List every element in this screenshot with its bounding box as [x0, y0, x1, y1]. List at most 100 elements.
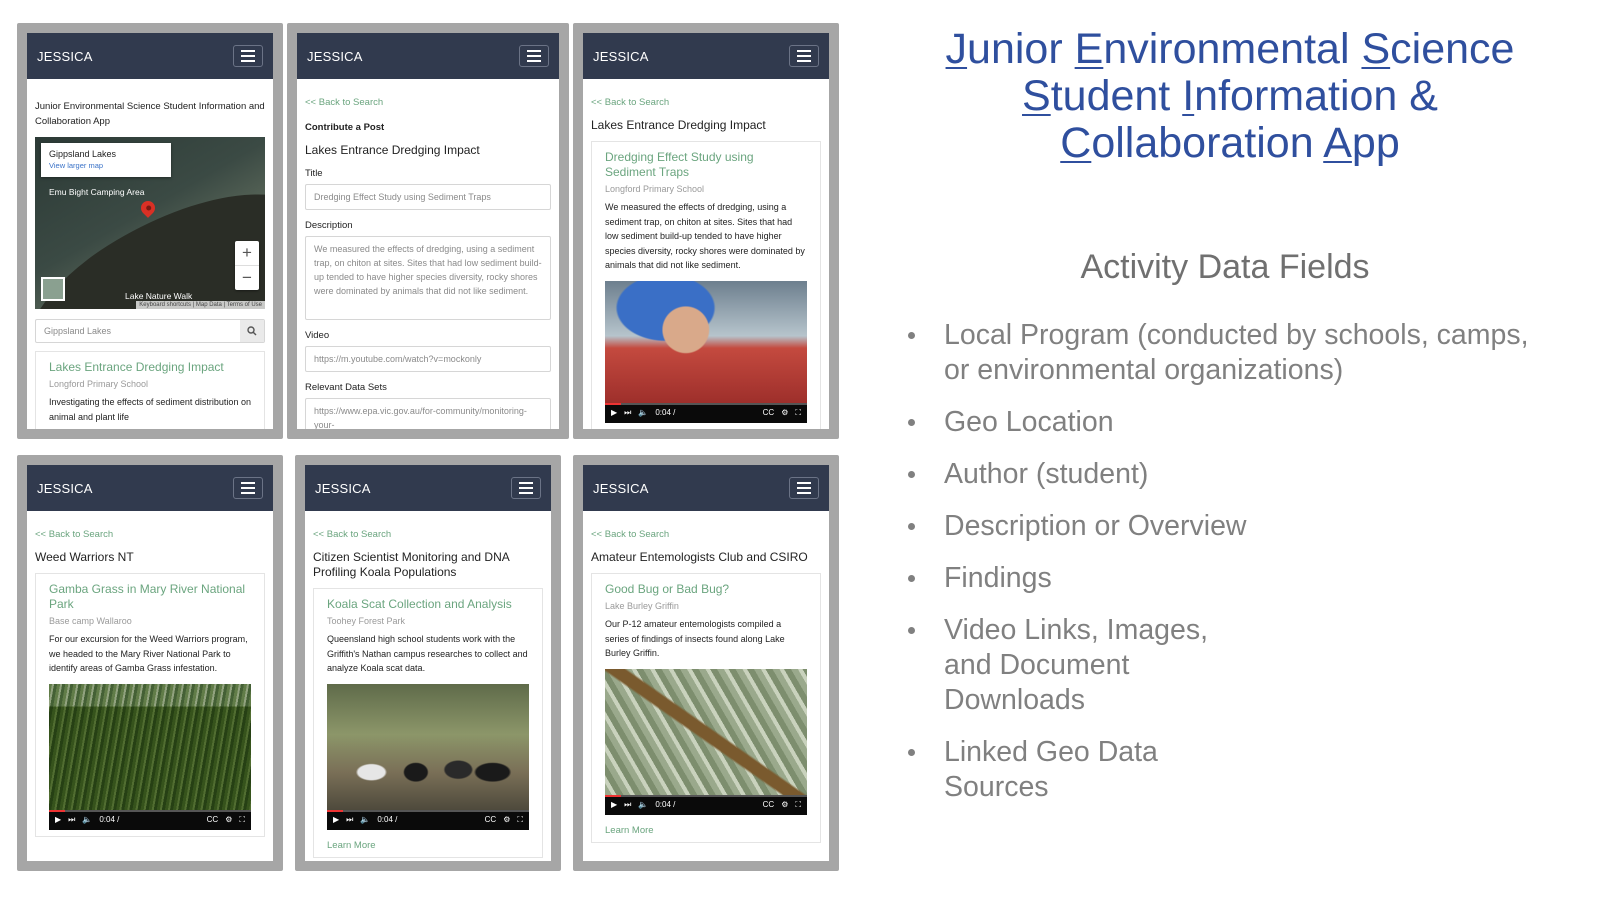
post-card: Good Bug or Bad Bug? Lake Burley Griffin… [591, 573, 821, 843]
map-popup-title: Gippsland Lakes [49, 149, 117, 159]
brand-logo[interactable]: JESSICA [37, 481, 93, 496]
fullscreen-icon[interactable]: ⛶ [239, 815, 245, 825]
play-icon[interactable]: ▶ [333, 815, 339, 824]
result-card[interactable]: Lakes Entrance Dredging Impact Longford … [35, 351, 265, 429]
settings-icon[interactable]: ⚙ [781, 408, 788, 417]
back-to-search-link[interactable]: << Back to Search [305, 97, 551, 108]
fullscreen-icon[interactable]: ⛶ [795, 408, 801, 418]
post-description: For our excursion for the Weed Warriors … [49, 634, 248, 673]
back-to-search-link[interactable]: << Back to Search [591, 97, 821, 108]
captions-icon[interactable]: CC [763, 408, 775, 417]
volume-icon[interactable]: 🔈 [638, 800, 648, 809]
play-icon[interactable]: ▶ [611, 408, 617, 417]
next-icon[interactable]: ⏭ [624, 800, 631, 810]
data-fields-list: Local Program (conducted by schools, cam… [908, 318, 1558, 822]
brand-logo[interactable]: JESSICA [593, 481, 649, 496]
program-name: Citizen Scientist Monitoring and DNA Pro… [313, 550, 510, 579]
back-to-search-link[interactable]: << Back to Search [313, 529, 543, 540]
play-icon[interactable]: ▶ [611, 800, 617, 809]
video-url-field[interactable]: https://m.youtube.com/watch?v=mockonly [305, 346, 551, 372]
field-linked-geo-data: Linked Geo Data Sources [908, 735, 1558, 805]
search-button[interactable] [240, 320, 264, 342]
next-icon[interactable]: ⏭ [624, 408, 631, 418]
captions-icon[interactable]: CC [763, 800, 775, 809]
hamburger-menu-icon[interactable] [789, 45, 819, 67]
captions-icon[interactable]: CC [207, 815, 219, 824]
view-larger-map-link[interactable]: View larger map [49, 161, 163, 170]
brand-logo[interactable]: JESSICA [593, 49, 649, 64]
video-player[interactable]: ▶ ⏭ 🔈 0:04 / CC ⚙ ⛶ [49, 683, 251, 830]
fullscreen-icon[interactable]: ⛶ [795, 800, 801, 810]
zoom-out-icon[interactable]: − [235, 266, 259, 290]
card-description: Investigating the effects of sediment di… [49, 397, 251, 422]
map-pin-icon[interactable] [138, 198, 158, 218]
description-field[interactable]: We measured the effects of dredging, usi… [305, 236, 551, 320]
settings-icon[interactable]: ⚙ [503, 815, 510, 824]
video-controls: ▶ ⏭ 🔈 0:04 / CC ⚙ ⛶ [49, 809, 251, 830]
data-sets-field[interactable]: https://www.epa.vic.gov.au/for-community… [305, 398, 551, 429]
post-title[interactable]: Good Bug or Bad Bug? [605, 582, 807, 597]
learn-more-link[interactable]: Learn More [327, 840, 529, 851]
play-icon[interactable]: ▶ [55, 815, 61, 824]
map-info-popup: Gippsland Lakes View larger map [41, 143, 171, 177]
brand-logo[interactable]: JESSICA [315, 481, 371, 496]
back-to-search-link[interactable]: << Back to Search [35, 529, 265, 540]
captions-icon[interactable]: CC [485, 815, 497, 824]
video-progress[interactable] [49, 809, 251, 812]
video-controls: ▶ ⏭ 🔈 0:04 / CC ⚙ ⛶ [605, 794, 807, 815]
hamburger-menu-icon[interactable] [519, 45, 549, 67]
next-icon[interactable]: ⏭ [346, 815, 353, 825]
map-footer: Keyboard shortcuts | Map Data | Terms of… [136, 301, 265, 309]
slide-title: Junior Environmental Science Student Inf… [880, 26, 1580, 167]
zoom-in-icon[interactable]: + [235, 241, 259, 266]
settings-icon[interactable]: ⚙ [225, 815, 232, 824]
brand-logo[interactable]: JESSICA [37, 49, 93, 64]
brand-logo[interactable]: JESSICA [307, 49, 363, 64]
fullscreen-icon[interactable]: ⛶ [517, 815, 523, 825]
hamburger-menu-icon[interactable] [233, 477, 263, 499]
map-widget[interactable]: Gippsland Lakes View larger map Emu Bigh… [35, 137, 265, 309]
video-player[interactable]: ▶ ⏭ 🔈 0:04 / CC ⚙ ⛶ [605, 280, 807, 423]
video-player[interactable]: ▶ ⏭ 🔈 0:04 / CC ⚙ ⛶ [605, 668, 807, 815]
description-label: Description [305, 220, 353, 231]
card-title-link[interactable]: Lakes Entrance Dredging Impact [49, 360, 251, 375]
field-geo-location: Geo Location [908, 405, 1558, 440]
post-title[interactable]: Koala Scat Collection and Analysis [327, 597, 529, 612]
hamburger-menu-icon[interactable] [511, 477, 541, 499]
settings-icon[interactable]: ⚙ [781, 800, 788, 809]
volume-icon[interactable]: 🔈 [82, 815, 92, 824]
post-location: Toohey Forest Park [327, 616, 406, 626]
contribute-heading: Contribute a Post [305, 122, 385, 133]
map-layer-thumbnail[interactable] [41, 277, 65, 301]
post-card: Gamba Grass in Mary River National Park … [35, 573, 265, 837]
title-field[interactable]: Dredging Effect Study using Sediment Tra… [305, 184, 551, 210]
next-icon[interactable]: ⏭ [68, 815, 75, 825]
video-progress[interactable] [605, 402, 807, 405]
video-controls: ▶ ⏭ 🔈 0:04 / CC ⚙ ⛶ [327, 809, 529, 830]
field-author: Author (student) [908, 457, 1558, 492]
map-poi-label-2: Lake Nature Walk [125, 291, 193, 301]
screen-entomologists: JESSICA << Back to Search Amateur Entemo… [583, 465, 829, 861]
post-title[interactable]: Dredging Effect Study using Sediment Tra… [605, 150, 807, 180]
volume-icon[interactable]: 🔈 [360, 815, 370, 824]
post-title[interactable]: Gamba Grass in Mary River National Park [49, 582, 251, 612]
hamburger-menu-icon[interactable] [233, 45, 263, 67]
back-to-search-link[interactable]: << Back to Search [591, 529, 821, 540]
hamburger-menu-icon[interactable] [789, 477, 819, 499]
phone-screen-home: JESSICA Junior Environmental Science Stu… [17, 23, 283, 439]
video-progress[interactable] [327, 809, 529, 812]
activity-data-fields-heading: Activity Data Fields [1080, 248, 1370, 286]
video-progress[interactable] [605, 794, 807, 797]
learn-more-link[interactable]: Learn More [605, 825, 807, 836]
app-intro-text: Junior Environmental Science Student Inf… [35, 101, 265, 127]
program-name: Lakes Entrance Dredging Impact [591, 118, 766, 132]
phone-screen-contribute: JESSICA << Back to Search Contribute a P… [287, 23, 569, 439]
post-card: Koala Scat Collection and Analysis Toohe… [313, 588, 543, 858]
volume-icon[interactable]: 🔈 [638, 408, 648, 417]
post-card: Dredging Effect Study using Sediment Tra… [591, 141, 821, 429]
navbar: JESSICA [583, 465, 829, 511]
video-time: 0:04 / [99, 815, 120, 824]
search-input[interactable]: Gippsland Lakes [36, 320, 240, 342]
video-player[interactable]: ▶ ⏭ 🔈 0:04 / CC ⚙ ⛶ [327, 683, 529, 830]
data-sets-label: Relevant Data Sets [305, 382, 387, 393]
